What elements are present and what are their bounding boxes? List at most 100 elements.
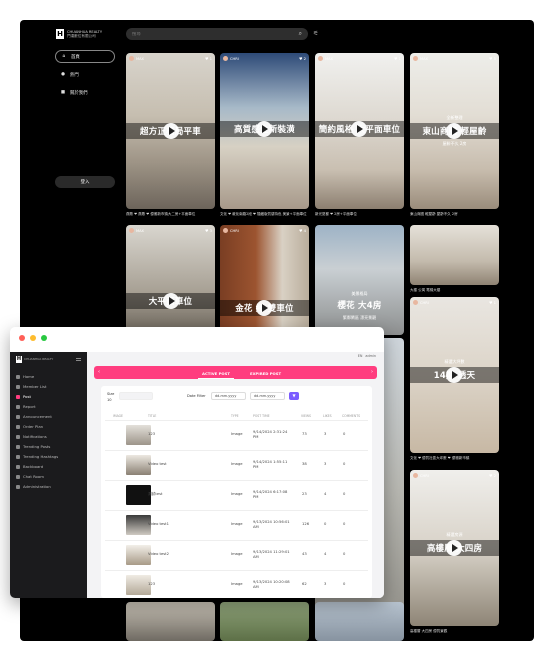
- card-caption: 文化 ❤ 優質社區大坪數 ❤ 優雅新市鎮: [410, 456, 470, 460]
- table-row[interactable]: Video test1 Image 9/13/2024 10:56:01 AM …: [105, 510, 368, 540]
- search-bar[interactable]: ⌕: [126, 28, 308, 40]
- play-icon[interactable]: [256, 121, 272, 137]
- like-count[interactable]: ♥ 5: [489, 56, 496, 61]
- sidebar-item-trending-posts[interactable]: Trending Posts: [14, 442, 83, 451]
- home-icon: ⌂: [62, 54, 66, 59]
- like-count[interactable]: ♥ 2: [299, 56, 306, 61]
- like-count[interactable]: ♥ 3: [205, 228, 212, 233]
- avatar: [413, 300, 418, 305]
- play-icon[interactable]: [351, 121, 367, 137]
- avatar: [413, 56, 418, 61]
- post-icon: [16, 394, 20, 399]
- date-filter-label: Date Filter: [187, 394, 206, 398]
- minimize-dot[interactable]: [30, 335, 36, 341]
- avatar: [223, 228, 228, 233]
- table-row[interactable]: Video test2 Image 9/13/2024 11:29:01 AM …: [105, 540, 368, 570]
- like-count[interactable]: ♥ 1: [489, 300, 496, 305]
- sidebar-item-home[interactable]: Home: [14, 372, 83, 381]
- search-field[interactable]: [119, 392, 153, 400]
- nav-home[interactable]: ⌂ 首頁: [55, 50, 115, 63]
- search-icon[interactable]: ⌕: [299, 30, 302, 38]
- date-from-input[interactable]: dd-mm-yyyy: [211, 392, 246, 400]
- card-subtitle: 精選大坪數: [444, 359, 465, 364]
- video-card[interactable]: [410, 225, 499, 285]
- users-icon: [16, 384, 20, 389]
- sidebar-item-backboard[interactable]: Backboard: [14, 462, 83, 471]
- maximize-dot[interactable]: [41, 335, 47, 341]
- sidebar-item-post[interactable]: Post: [14, 392, 83, 401]
- filter-button[interactable]: ▼: [289, 392, 299, 400]
- window-controls: [19, 335, 47, 341]
- video-card[interactable]: CHRI ♥ 1 精選大坪數 14期 透天: [410, 297, 499, 453]
- video-card[interactable]: MAX ♥ 3 大平面車位: [126, 225, 215, 335]
- video-card[interactable]: MAX ♥ 1 超方正格局平車: [126, 53, 215, 209]
- like-count[interactable]: ♥ 4: [299, 228, 306, 233]
- column-header: TYPE: [231, 414, 239, 418]
- close-dot[interactable]: [19, 335, 25, 341]
- avatar: [318, 56, 323, 61]
- login-button[interactable]: 登入: [55, 176, 115, 188]
- play-icon[interactable]: [446, 540, 462, 556]
- sidebar-item-notifications[interactable]: Notifications: [14, 432, 83, 441]
- like-count[interactable]: ♥ 2: [489, 473, 496, 478]
- play-icon[interactable]: [446, 367, 462, 383]
- page-size-value[interactable]: 10: [107, 398, 112, 402]
- column-header: TITLE: [148, 414, 157, 418]
- video-card[interactable]: [220, 602, 309, 641]
- table-row[interactable]: 123 Image 9/14/2024 2:31:24 PM 73 3 0: [105, 420, 368, 450]
- table-row[interactable]: Video test Image 9/14/2024 1:55:11 PM 38…: [105, 450, 368, 480]
- sidebar-item-order-plan[interactable]: Order Plan: [14, 422, 83, 431]
- play-icon[interactable]: [446, 123, 462, 139]
- chevron-right-icon[interactable]: ›: [371, 369, 373, 375]
- sidebar-item-report[interactable]: Report: [14, 402, 83, 411]
- chevron-left-icon[interactable]: ‹: [98, 369, 100, 375]
- column-header: LIKES: [323, 414, 332, 418]
- card-subtitle: 緊鄰鬧區 漂亮景觀: [342, 315, 377, 320]
- video-card[interactable]: MAX ♥ 5 全新整理 東山商圈 輕屋齡 屋齡不久 2房: [410, 53, 499, 209]
- sidebar-item-trending-hashtags[interactable]: Trending Hashtags: [14, 452, 83, 461]
- video-card[interactable]: CHRI ♥ 2 高質感全新裝潢: [220, 53, 309, 209]
- card-caption: 燕歌 ❤ 燕歌 ❤ 優雅新市鎮大二房+平面車位: [126, 212, 196, 216]
- video-card[interactable]: CHRI ♥ 2 精選房源 高樓層 大四房: [410, 470, 499, 626]
- video-card[interactable]: MAX ♥ 1 簡約風格 大平面車位: [315, 53, 404, 209]
- sidebar-item-chat-room[interactable]: Chat Room: [14, 472, 83, 481]
- sidebar-item-administration[interactable]: Administration: [14, 482, 83, 491]
- tab-expired-post[interactable]: EXPIRED POST: [250, 371, 281, 376]
- page-size-label: Size: [107, 392, 115, 396]
- sidebar-item-member-list[interactable]: Member List: [14, 382, 83, 391]
- language-selector[interactable]: EN: [358, 354, 363, 358]
- video-card[interactable]: [126, 602, 215, 641]
- search-input[interactable]: [132, 31, 282, 37]
- filter-icon[interactable]: ⚟: [313, 30, 320, 38]
- card-subtitle: 精選房源: [446, 532, 463, 537]
- video-card[interactable]: 美景格局 櫻花 大4房 緊鄰鬧區 漂亮景觀: [315, 225, 404, 335]
- nav-trending[interactable]: ● 熱門: [55, 68, 115, 81]
- video-card[interactable]: CHRI ♥ 4 金花 鄉 雙車位: [220, 225, 309, 335]
- brand-logo[interactable]: H CHUANHUA REALTY 鬥達數位有限公司: [56, 29, 102, 39]
- admin-logo[interactable]: H CHUANHUA REALTY: [16, 356, 53, 363]
- like-count[interactable]: ♥ 1: [394, 56, 401, 61]
- card-caption: 文化 ❤ 敦化南路2段 ❤ 隱藏版質感特色 美景+平面車位: [220, 212, 307, 216]
- user-menu[interactable]: admin: [365, 354, 376, 358]
- tab-active-post[interactable]: ACTIVE POST: [198, 371, 234, 379]
- collapse-icon[interactable]: [76, 358, 81, 361]
- bell-icon: [16, 434, 20, 439]
- date-to-input[interactable]: dd-mm-yyyy: [250, 392, 285, 400]
- post-tabs: ‹ ACTIVE POST EXPIRED POST ›: [94, 366, 377, 379]
- avatar: [223, 56, 228, 61]
- table-row[interactable]: 123 Image 9/13/2024 10:20:08 AM 62 3 0: [105, 570, 368, 598]
- play-icon[interactable]: [163, 123, 179, 139]
- info-icon: ■: [60, 90, 66, 95]
- play-icon[interactable]: [256, 300, 272, 316]
- sidebar-item-announcement[interactable]: Announcement: [14, 412, 83, 421]
- table-row[interactable]: 測試test Image 9/14/2024 6:17:08 PM 23 4 0: [105, 480, 368, 510]
- card-subtitle: 全新整理: [446, 115, 463, 120]
- like-count[interactable]: ♥ 1: [205, 56, 212, 61]
- card-title: 櫻花 大4房: [337, 301, 382, 311]
- brand-subtitle: 鬥達數位有限公司: [67, 34, 96, 38]
- play-icon[interactable]: [163, 293, 179, 309]
- video-card[interactable]: [315, 602, 404, 641]
- nav-about[interactable]: ■ 關於我們: [55, 86, 115, 99]
- hashtag-icon: [16, 454, 20, 459]
- admin-main: EN admin ‹ ACTIVE POST EXPIRED POST › Si…: [87, 352, 384, 598]
